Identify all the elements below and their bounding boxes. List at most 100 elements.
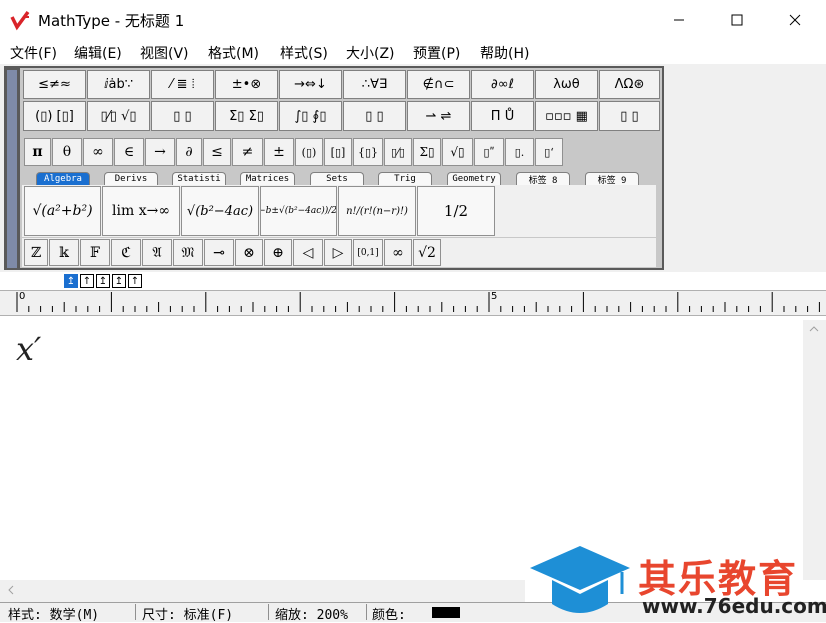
maximize-icon (731, 14, 743, 26)
template-square-root[interactable]: √▯ (442, 138, 473, 166)
embellishments-palette[interactable]: ⁄ ≣ ⦙ (151, 70, 214, 99)
symbol-field-k[interactable]: 𝕜 (49, 239, 79, 266)
menu-view[interactable]: 视图(V) (140, 43, 189, 63)
symbol-script-m[interactable]: 𝔐 (173, 239, 203, 266)
products-palette[interactable]: Π̄ Ů (471, 101, 534, 131)
close-button[interactable] (766, 0, 824, 40)
symbol-sqrt-2[interactable]: √2 (413, 239, 441, 266)
template-quadratic-formula[interactable]: (−b±√(b²−4ac))/2a (260, 186, 337, 236)
symbol-field-f[interactable]: 𝔽 (80, 239, 110, 266)
tab-statistics[interactable]: Statisti (172, 172, 226, 185)
underbar-overbar-palette[interactable]: ▯ ▯ (343, 101, 406, 131)
template-limit[interactable]: lim x→∞ (102, 186, 180, 236)
fences-palette[interactable]: (▯) [▯] (23, 101, 86, 131)
tab-derivs[interactable]: Derivs (104, 172, 158, 185)
nudge-button-3[interactable]: ↥ (96, 274, 110, 288)
nudge-button-5[interactable]: ↑ (128, 274, 142, 288)
template-discriminant[interactable]: √(b²−4ac) (181, 186, 259, 236)
template-braces[interactable]: {▯} (353, 138, 383, 166)
symbol-circled-times[interactable]: ⊗ (235, 239, 263, 266)
symbol-left-triangle[interactable]: ◁ (293, 239, 323, 266)
menu-preferences[interactable]: 预置(P) (413, 43, 460, 63)
status-color-swatch[interactable] (432, 607, 460, 618)
fractions-radicals-palette[interactable]: ▯⁄▯ √▯ (87, 101, 150, 131)
horizontal-scrollbar[interactable] (0, 580, 525, 602)
operators-palette[interactable]: ±•⊗ (215, 70, 278, 99)
status-color-label: 颜色: (372, 608, 406, 623)
symbol-arrow[interactable]: → (145, 138, 175, 166)
greek-upper-palette[interactable]: ΛΩ⊛ (599, 70, 660, 99)
nudge-button-2[interactable]: ↑ (80, 274, 94, 288)
tab-trig[interactable]: Trig (378, 172, 432, 185)
tab-algebra[interactable]: Algebra (36, 172, 90, 185)
status-divider (366, 604, 367, 620)
greek-lower-palette[interactable]: λωθ (535, 70, 598, 99)
tab-label-8[interactable]: 标签 8 (516, 172, 570, 185)
template-sub-superscript[interactable]: ▯ʻ (535, 138, 563, 166)
template-fraction[interactable]: ▯⁄▯ (384, 138, 412, 166)
minimize-icon (674, 19, 684, 21)
template-parentheses[interactable]: (▯) (295, 138, 323, 166)
symbol-theta[interactable]: θ (52, 138, 82, 166)
symbol-pi[interactable]: π (24, 138, 51, 166)
tab-matrices[interactable]: Matrices (240, 172, 295, 185)
template-brackets[interactable]: [▯] (324, 138, 352, 166)
menu-style[interactable]: 样式(S) (280, 43, 328, 63)
integrals-palette[interactable]: ∫▯ ∮▯ (279, 101, 342, 131)
status-divider (135, 604, 136, 620)
template-combination[interactable]: n!/(r!(n−r)!) (338, 186, 416, 236)
template-pythagorean[interactable]: √(a²+b²) (24, 186, 101, 236)
toolbar-handle[interactable] (7, 70, 17, 268)
template-one-half[interactable]: 1/2 (417, 186, 495, 236)
symbol-element-of[interactable]: ∈ (114, 138, 144, 166)
status-size: 尺寸: 标准(F) (142, 608, 234, 623)
symbol-fraktur-a[interactable]: 𝔄 (142, 239, 172, 266)
symbol-right-triangle[interactable]: ▷ (324, 239, 352, 266)
menu-file[interactable]: 文件(F) (10, 43, 57, 63)
logic-palette[interactable]: ∴∀∃ (343, 70, 406, 99)
nudge-button-1[interactable]: ↥ (64, 274, 78, 288)
arrows-palette[interactable]: →⇔↓ (279, 70, 342, 99)
symbol-infinity-2[interactable]: ∞ (384, 239, 412, 266)
scroll-up-icon[interactable] (808, 324, 820, 334)
misc-symbols-palette[interactable]: ∂∞ℓ (471, 70, 534, 99)
template-superscript[interactable]: ▯ʺ (474, 138, 504, 166)
symbol-circled-plus[interactable]: ⊕ (264, 239, 292, 266)
close-icon (789, 14, 801, 26)
symbol-partial[interactable]: ∂ (176, 138, 202, 166)
symbol-integers[interactable]: ℤ (24, 239, 48, 266)
tab-geometry[interactable]: Geometry (447, 172, 501, 185)
sums-palette[interactable]: Σ▯ Σ▯ (215, 101, 278, 131)
relations-palette[interactable]: ≤≠≈ (23, 70, 86, 99)
symbol-not-equal[interactable]: ≠ (232, 138, 263, 166)
scroll-left-icon[interactable] (6, 584, 16, 596)
symbol-fraktur-c[interactable]: ℭ (111, 239, 141, 266)
symbol-multimap[interactable]: ⊸ (204, 239, 234, 266)
template-interval[interactable]: [0,1] (353, 239, 383, 266)
labeled-arrows-palette[interactable]: ⇀ ⇌ (407, 101, 470, 131)
template-subscript[interactable]: ▯. (505, 138, 534, 166)
symbol-infinity[interactable]: ∞ (83, 138, 113, 166)
scripts-palette[interactable]: ▯ ▯ (151, 101, 214, 131)
set-theory-palette[interactable]: ∉∩⊂ (407, 70, 470, 99)
boxes-palette[interactable]: ▯ ▯ (599, 101, 660, 131)
minimize-button[interactable] (650, 0, 708, 40)
status-zoom: 缩放: 200% (275, 608, 348, 623)
menu-size[interactable]: 大小(Z) (346, 43, 395, 63)
menu-edit[interactable]: 编辑(E) (74, 43, 122, 63)
matrices-palette[interactable]: ▫▫▫ ▦ (535, 101, 598, 131)
nudge-button-4[interactable]: ↥ (112, 274, 126, 288)
window-title: MathType - 无标题 1 (38, 12, 185, 30)
equation-formula[interactable]: x′ (16, 330, 41, 368)
tab-sets[interactable]: Sets (310, 172, 364, 185)
maximize-button[interactable] (708, 0, 766, 40)
vertical-scrollbar[interactable] (803, 320, 826, 580)
template-summation[interactable]: Σ▯ (413, 138, 441, 166)
mathtype-app-icon (10, 10, 30, 31)
tab-label-9[interactable]: 标签 9 (585, 172, 639, 185)
spaces-ellipses-palette[interactable]: ⅈȧb∵ (87, 70, 150, 99)
menu-format[interactable]: 格式(M) (208, 43, 259, 63)
menu-help[interactable]: 帮助(H) (480, 43, 529, 63)
symbol-plus-minus[interactable]: ± (264, 138, 294, 166)
symbol-less-equal[interactable]: ≤ (203, 138, 231, 166)
